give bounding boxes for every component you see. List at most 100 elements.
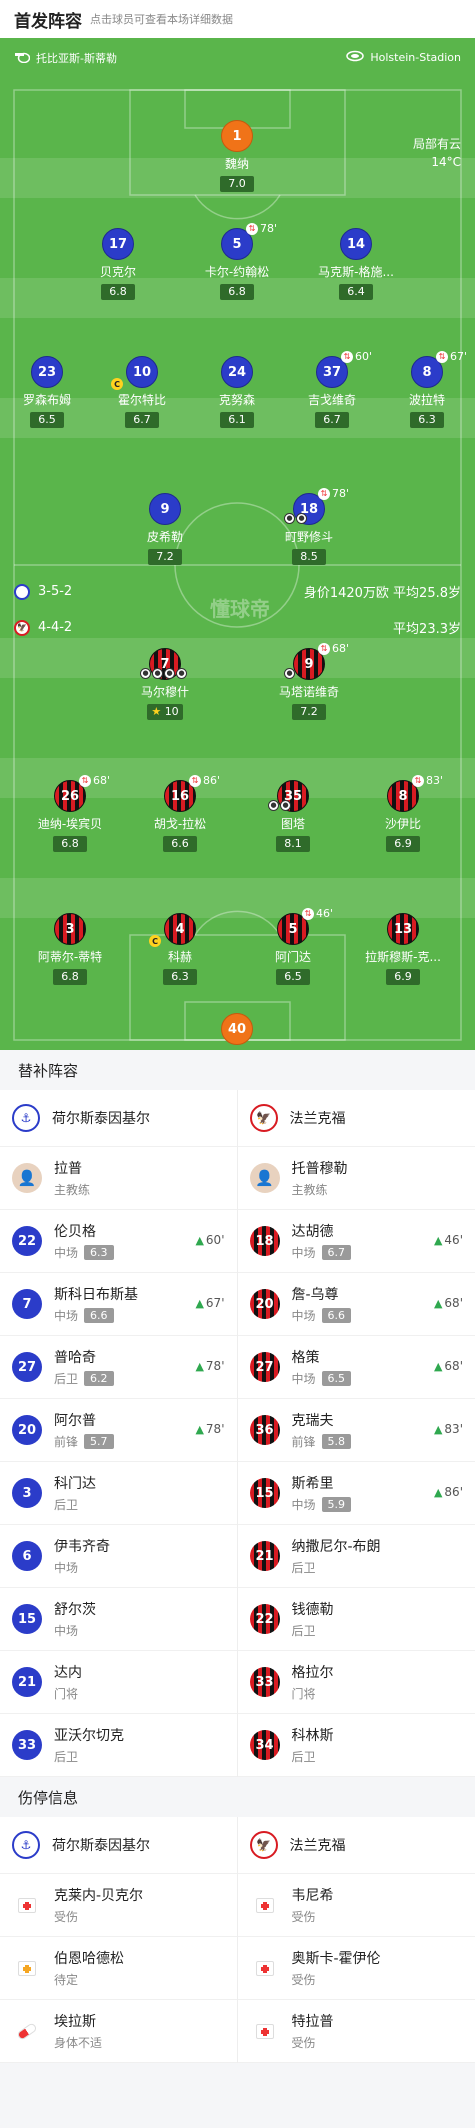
sub-on-time: ▲ 86' — [434, 1485, 463, 1499]
away-player-7[interactable]: 7 ● ● ● ● 马尔穆什 ★ 10 — [110, 648, 220, 720]
away-injury-row[interactable]: 奥斯卡-霍伊伦 受伤 — [237, 1937, 475, 2000]
home-player-5[interactable]: 5 ⇅ 78' 卡尔-约翰松 6.8 — [182, 222, 292, 300]
home-sub-row[interactable]: 20 阿尔普 前锋 5.7 ▲ 78' — [0, 1399, 237, 1462]
away-coach-row[interactable]: 👤 托普穆勒 主教练 — [237, 1147, 475, 1210]
sub-name: 科门达 — [54, 1476, 96, 1492]
coach-avatar: 👤 — [249, 1163, 280, 1193]
away-player-40[interactable]: 40考阿-桑托斯6.7 — [182, 1013, 292, 1050]
sub-on-minute: 60' — [205, 1233, 225, 1247]
home-team-name: 荷尔斯泰因基尔 — [52, 1111, 150, 1127]
away-player-3[interactable]: 3 阿蒂尔-蒂特 6.8 — [15, 913, 125, 985]
home-player-24[interactable]: 24 克努森 6.1 — [182, 356, 292, 428]
sub-on-minute: 67' — [205, 1296, 225, 1310]
rating-value: 6.5 — [38, 413, 56, 426]
home-player-9[interactable]: 9 皮希勒 7.2 — [110, 493, 220, 565]
sub-off-icon: ⇅ — [436, 350, 448, 363]
player-name: 马克斯-格施... — [318, 265, 394, 279]
home-player-17[interactable]: 17 贝克尔 6.8 — [63, 228, 173, 300]
rating-value: 6.3 — [171, 970, 189, 983]
home-injury-row[interactable]: 埃拉斯 身体不适 — [0, 2000, 237, 2063]
home-coach-row[interactable]: 👤 拉普 主教练 — [0, 1147, 237, 1210]
sub-off-icon: ⇅ — [302, 907, 314, 920]
home-formation: 3-5-2 — [38, 584, 73, 599]
away-player-5[interactable]: 5 ⇅ 46' 阿门达 6.5 — [238, 907, 348, 985]
home-sub-row[interactable]: 27 普哈奇 后卫 6.2 ▲ 78' — [0, 1336, 237, 1399]
home-player-1[interactable]: 1 魏纳 7.0 — [182, 120, 292, 192]
home-injury-row[interactable]: 克莱内-贝克尔 受伤 — [0, 1874, 237, 1937]
sub-off-icon: ⇅ — [318, 487, 330, 500]
stadium-name: Holstein-Stadion — [370, 51, 461, 64]
away-player-8[interactable]: 8 ⇅ 83' 沙伊比 6.9 — [348, 774, 458, 852]
home-injury-row[interactable]: 伯恩哈德松 待定 — [0, 1937, 237, 2000]
home-sub-row[interactable]: 22 伦贝格 中场 6.3 ▲ 60' — [0, 1210, 237, 1273]
player-name: 皮希勒 — [146, 530, 183, 544]
away-team-crest-icon: 🦅 — [249, 1104, 278, 1132]
away-player-16[interactable]: 16 ⇅ 86' 胡戈-拉松 6.6 — [125, 774, 235, 852]
lineup-title: 首发阵容 — [14, 11, 82, 32]
away-sub-row[interactable]: 27 格策 中场 6.5 ▲ 68' — [237, 1336, 475, 1399]
home-player-14[interactable]: 14 马克斯-格施... 6.4 — [301, 228, 411, 300]
sub-rating: 6.5 — [321, 1371, 352, 1386]
sub-name: 达内 — [54, 1665, 82, 1681]
sub-position: 中场 — [54, 1561, 79, 1575]
rating-value: 6.5 — [284, 970, 302, 983]
home-sub-row[interactable]: 3 科门达 后卫 — [0, 1462, 237, 1525]
player-rating: 6.4 — [339, 284, 373, 300]
home-team-row[interactable]: ⚓ 荷尔斯泰因基尔 — [0, 1090, 237, 1147]
lineup-header: 首发阵容 点击球员可查看本场详细数据 — [0, 0, 475, 38]
sub-on-icon: ▲ — [195, 1296, 204, 1310]
sub-shirt-number: 7 — [12, 1289, 42, 1319]
away-sub-row[interactable]: 33 格拉尔 门将 — [237, 1651, 475, 1714]
sub-on-icon: ▲ — [195, 1359, 204, 1373]
sub-minute: 86' — [203, 774, 221, 787]
player-rating: ★ 10 — [147, 704, 183, 720]
home-team-row[interactable]: ⚓ 荷尔斯泰因基尔 — [0, 1817, 237, 1874]
ball-icon: ● — [164, 668, 175, 679]
home-sub-row[interactable]: 15 舒尔茨 中场 — [0, 1588, 237, 1651]
away-player-4[interactable]: 4 C 科赫 6.3 — [125, 913, 235, 985]
away-sub-row[interactable]: 34 科林斯 后卫 — [237, 1714, 475, 1777]
home-sub-row[interactable]: 7 斯科日布斯基 中场 6.6 ▲ 67' — [0, 1273, 237, 1336]
sub-minute: 68' — [332, 642, 350, 655]
home-player-18[interactable]: 18 ⇅ 78' ● ● 町野修斗 8.5 — [254, 487, 364, 565]
player-rating: 7.0 — [220, 176, 254, 192]
player-name: 沙伊比 — [384, 817, 421, 831]
away-sub-row[interactable]: 15 斯希里 中场 5.9 ▲ 86' — [237, 1462, 475, 1525]
sub-rating: 6.6 — [321, 1308, 352, 1323]
home-player-37[interactable]: 37 ⇅ 60' 吉戈维奇 6.7 — [277, 350, 387, 428]
sub-on-minute: 83' — [444, 1422, 463, 1436]
sub-name: 斯希里 — [291, 1476, 334, 1492]
home-player-10[interactable]: 10 C 霍尔特比 6.7 — [87, 356, 197, 428]
sub-position: 后卫 — [54, 1498, 79, 1512]
sub-position: 后卫 — [54, 1750, 79, 1764]
away-player-26[interactable]: 26 ⇅ 68' 迪纳-埃宾贝 6.8 — [15, 774, 125, 852]
away-sub-row[interactable]: 18 达胡德 中场 6.7 ▲ 46' — [237, 1210, 475, 1273]
substitution-marker: ⇅ 68' — [318, 642, 349, 655]
sub-minute: 68' — [93, 774, 111, 787]
home-sub-row[interactable]: 21 达内 门将 — [0, 1651, 237, 1714]
sub-on-minute: 86' — [444, 1485, 463, 1499]
sub-name: 纳撒尼尔-布朗 — [291, 1539, 381, 1555]
away-player-13[interactable]: 13 拉斯穆斯-克... 6.9 — [348, 913, 458, 985]
away-sub-row[interactable]: 21 纳撒尼尔-布朗 后卫 — [237, 1525, 475, 1588]
away-sub-row[interactable]: 22 钱德勒 后卫 — [237, 1588, 475, 1651]
home-player-8[interactable]: 8 ⇅ 67' 波拉特 6.3 — [372, 350, 475, 428]
away-sub-row[interactable]: 20 詹-乌尊 中场 6.6 ▲ 68' — [237, 1273, 475, 1336]
player-name: 马尔穆什 — [140, 685, 189, 699]
home-sub-row[interactable]: 6 伊韦齐奇 中场 — [0, 1525, 237, 1588]
away-player-9[interactable]: 9 ⇅ 68' ● 马塔诺维奇 7.2 — [254, 642, 364, 720]
player-rating: 6.8 — [101, 284, 135, 300]
away-injury-row[interactable]: 特拉普 受伤 — [237, 2000, 475, 2063]
away-team-row[interactable]: 🦅 法兰克福 — [237, 1090, 475, 1147]
home-sub-row[interactable]: 33 亚沃尔切克 后卫 — [0, 1714, 237, 1777]
sub-on-time: ▲ 78' — [195, 1422, 224, 1436]
goal-markers: ● — [284, 668, 295, 679]
captain-badge: C — [111, 378, 123, 390]
rating-value: 6.1 — [228, 413, 246, 426]
away-sub-row[interactable]: 36 克瑞夫 前锋 5.8 ▲ 83' — [237, 1399, 475, 1462]
away-team-row[interactable]: 🦅 法兰克福 — [237, 1817, 475, 1874]
away-injury-row[interactable]: 韦尼希 受伤 — [237, 1874, 475, 1937]
goal-markers: ● ● — [284, 513, 307, 524]
goal-markers: ● ● ● ● — [140, 668, 187, 679]
away-player-35[interactable]: 35 ● ● 图塔 8.1 — [238, 780, 348, 852]
